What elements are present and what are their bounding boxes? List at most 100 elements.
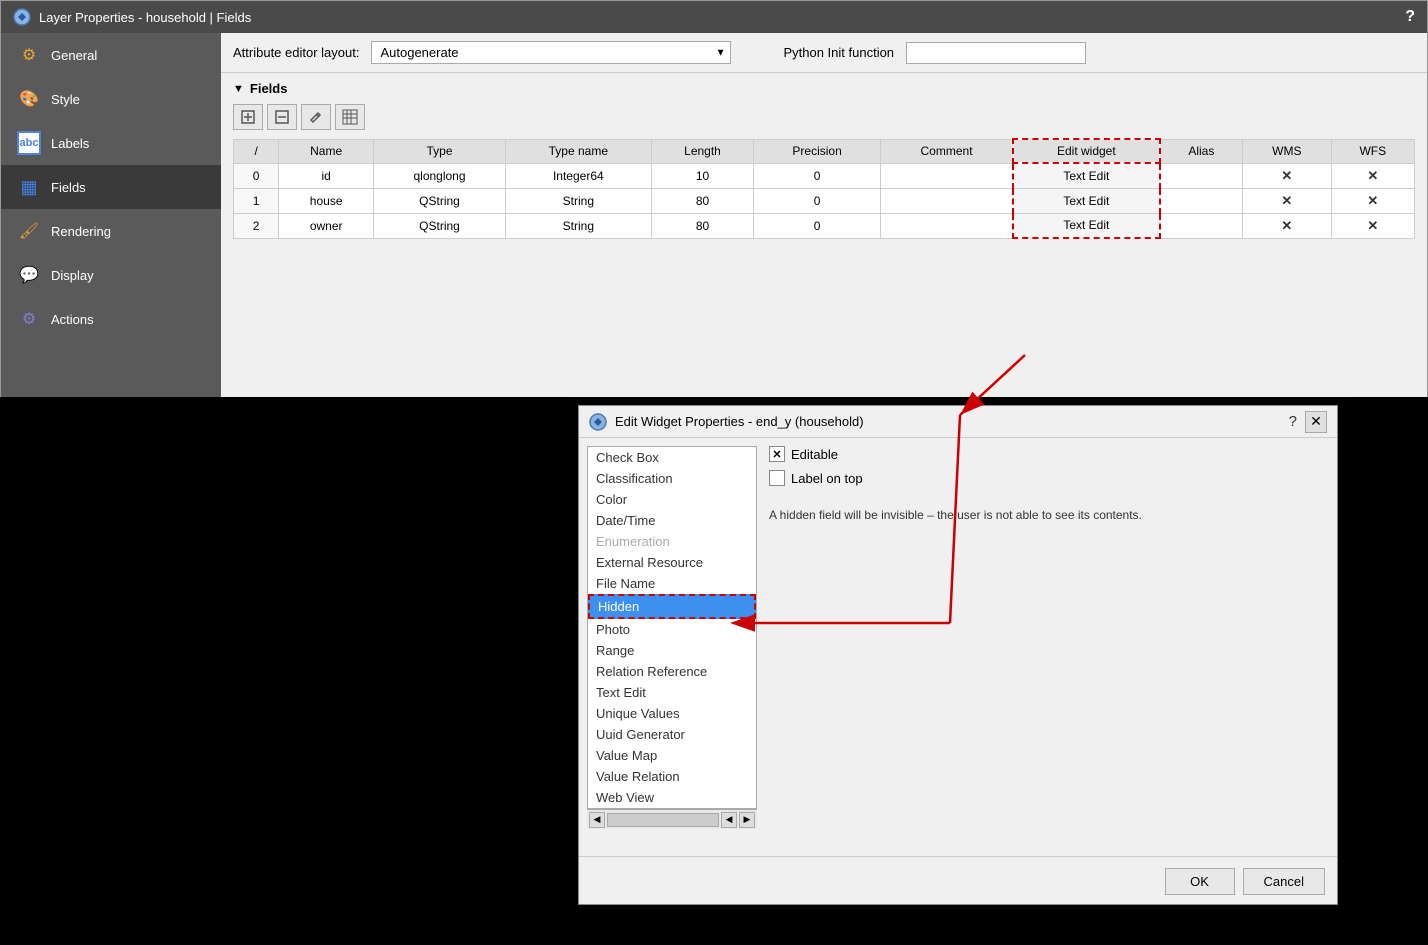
- table-view-button[interactable]: [335, 104, 365, 130]
- sidebar-item-labels[interactable]: abc Labels: [1, 121, 221, 165]
- rendering-icon: 🖌: [17, 219, 41, 243]
- edit-field-button[interactable]: [301, 104, 331, 130]
- widget-item-text-edit[interactable]: Text Edit: [588, 682, 756, 703]
- dialog-icon: [589, 413, 607, 431]
- dialog-close-button[interactable]: ✕: [1305, 411, 1327, 433]
- cancel-button[interactable]: Cancel: [1243, 868, 1325, 895]
- cell-type-0: qlonglong: [374, 163, 506, 188]
- section-header: ▼ Fields: [233, 81, 1415, 96]
- widget-item-datetime[interactable]: Date/Time: [588, 510, 756, 531]
- cell-alias-2: [1160, 213, 1243, 238]
- widget-item-photo[interactable]: Photo: [588, 619, 756, 640]
- cell-precision-1: 0: [754, 188, 881, 213]
- section-title: Fields: [250, 81, 288, 96]
- scroll-right-button2[interactable]: ▶: [739, 812, 755, 828]
- widget-list-panel: Check Box Classification Color Date/Time…: [587, 446, 757, 848]
- dialog-title: Edit Widget Properties - end_y (househol…: [615, 414, 864, 429]
- widget-item-range[interactable]: Range: [588, 640, 756, 661]
- widget-item-external-resource[interactable]: External Resource: [588, 552, 756, 573]
- sidebar-item-fields[interactable]: ▦ Fields: [1, 165, 221, 209]
- cell-type-2: QString: [374, 213, 506, 238]
- widget-item-enumeration: Enumeration: [588, 531, 756, 552]
- editable-row: ✕ Editable: [769, 446, 1329, 462]
- sidebar-item-display[interactable]: 💬 Display: [1, 253, 221, 297]
- widget-item-filename[interactable]: File Name: [588, 573, 756, 594]
- ok-button[interactable]: OK: [1165, 868, 1235, 895]
- widget-list-scrollbar: ◀ ◀ ▶: [587, 809, 757, 829]
- main-title-bar: Layer Properties - household | Fields ?: [1, 1, 1427, 33]
- scroll-right-button1[interactable]: ◀: [721, 812, 737, 828]
- layout-select[interactable]: Autogenerate: [371, 41, 731, 64]
- cell-comment-2: [880, 213, 1013, 238]
- cell-name-1: house: [279, 188, 374, 213]
- widget-item-classification[interactable]: Classification: [588, 468, 756, 489]
- cell-wms-1: ✕: [1243, 188, 1331, 213]
- sidebar-label-style: Style: [51, 92, 80, 107]
- general-icon: ⚙: [17, 43, 41, 67]
- sidebar-item-rendering[interactable]: 🖌 Rendering: [1, 209, 221, 253]
- delete-field-button[interactable]: [267, 104, 297, 130]
- label-on-top-row: Label on top: [769, 470, 1329, 486]
- sidebar-item-general[interactable]: ⚙ General: [1, 33, 221, 77]
- cell-alias-1: [1160, 188, 1243, 213]
- widget-item-web-view[interactable]: Web View: [588, 787, 756, 808]
- python-label: Python Init function: [783, 45, 894, 60]
- python-input[interactable]: [906, 42, 1086, 64]
- sidebar-label-rendering: Rendering: [51, 224, 111, 239]
- cell-index-2: 2: [234, 213, 279, 238]
- new-field-button[interactable]: [233, 104, 263, 130]
- widget-item-uuid-generator[interactable]: Uuid Generator: [588, 724, 756, 745]
- section-arrow-icon: ▼: [233, 83, 244, 95]
- sidebar-item-actions[interactable]: ⚙ Actions: [1, 297, 221, 341]
- table-row: 2 owner QString String 80 0 Text Edit ✕ …: [234, 213, 1415, 238]
- fields-section: ▼ Fields: [221, 73, 1427, 398]
- sidebar-item-style[interactable]: 🎨 Style: [1, 77, 221, 121]
- labels-icon: abc: [17, 131, 41, 155]
- widget-item-hidden[interactable]: Hidden: [588, 594, 756, 619]
- sidebar-label-labels: Labels: [51, 136, 89, 151]
- editable-checkbox[interactable]: ✕: [769, 446, 785, 462]
- table-row: 1 house QString String 80 0 Text Edit ✕ …: [234, 188, 1415, 213]
- widget-item-relation-reference[interactable]: Relation Reference: [588, 661, 756, 682]
- scroll-left-button[interactable]: ◀: [589, 812, 605, 828]
- layout-label: Attribute editor layout:: [233, 45, 359, 60]
- field-toolbar: [233, 104, 1415, 130]
- display-icon: 💬: [17, 263, 41, 287]
- dialog-title-bar: Edit Widget Properties - end_y (househol…: [579, 406, 1337, 438]
- app-icon: [13, 8, 31, 26]
- cell-precision-2: 0: [754, 213, 881, 238]
- cell-wfs-2: ✕: [1331, 213, 1414, 238]
- scroll-track: [607, 813, 719, 827]
- cell-typename-1: String: [505, 188, 651, 213]
- widget-item-checkbox[interactable]: Check Box: [588, 447, 756, 468]
- sidebar-label-general: General: [51, 48, 97, 63]
- widget-item-value-map[interactable]: Value Map: [588, 745, 756, 766]
- widget-item-value-relation[interactable]: Value Relation: [588, 766, 756, 787]
- col-header-typename: Type name: [505, 139, 651, 163]
- col-header-editwidget: Edit widget: [1013, 139, 1159, 163]
- col-header-precision: Precision: [754, 139, 881, 163]
- col-header-length: Length: [651, 139, 754, 163]
- col-header-type: Type: [374, 139, 506, 163]
- cell-length-0: 10: [651, 163, 754, 188]
- widget-item-color[interactable]: Color: [588, 489, 756, 510]
- dialog-help-button[interactable]: ?: [1289, 413, 1297, 430]
- main-window: Layer Properties - household | Fields ? …: [0, 0, 1428, 397]
- style-icon: 🎨: [17, 87, 41, 111]
- cell-editwidget-1[interactable]: Text Edit: [1013, 188, 1159, 213]
- table-row: 0 id qlonglong Integer64 10 0 Text Edit …: [234, 163, 1415, 188]
- fields-table: / Name Type Type name Length Precision C…: [233, 138, 1415, 239]
- label-on-top-label: Label on top: [791, 471, 863, 486]
- cell-alias-0: [1160, 163, 1243, 188]
- cell-editwidget-2[interactable]: Text Edit: [1013, 213, 1159, 238]
- editable-label: Editable: [791, 447, 838, 462]
- cell-index-1: 1: [234, 188, 279, 213]
- edit-widget-dialog: Edit Widget Properties - end_y (househol…: [578, 405, 1338, 905]
- widget-item-unique-values[interactable]: Unique Values: [588, 703, 756, 724]
- dialog-right-panel: ✕ Editable Label on top A hidden field w…: [769, 446, 1329, 848]
- cell-wfs-0: ✕: [1331, 163, 1414, 188]
- label-on-top-checkbox[interactable]: [769, 470, 785, 486]
- actions-icon: ⚙: [17, 307, 41, 331]
- main-help-button[interactable]: ?: [1405, 8, 1415, 26]
- cell-editwidget-0[interactable]: Text Edit: [1013, 163, 1159, 188]
